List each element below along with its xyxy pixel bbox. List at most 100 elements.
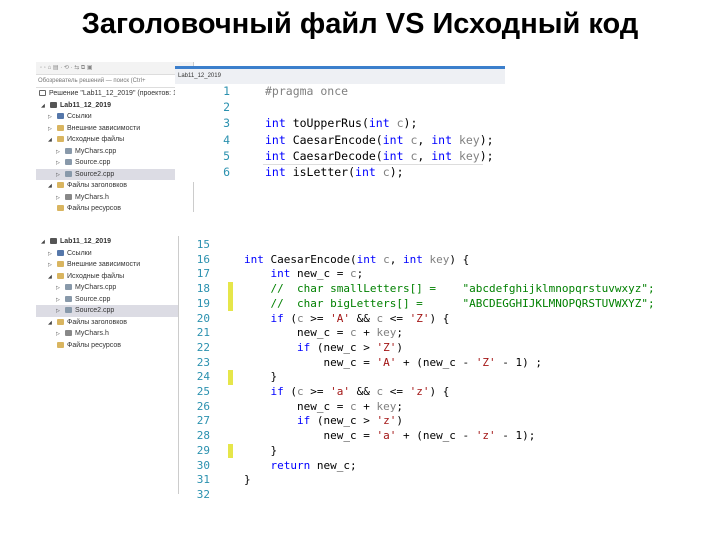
tree-item[interactable]: ▷ Source.cpp bbox=[36, 157, 193, 169]
code-token: c bbox=[382, 165, 390, 179]
code-token: 'z' bbox=[475, 429, 496, 443]
tree-item[interactable]: ◢ Исходные файлы bbox=[36, 271, 178, 283]
code-token: new_c = bbox=[244, 429, 377, 443]
tree-item[interactable]: ▷ Внешние зависимости bbox=[36, 123, 193, 135]
code-token: >= bbox=[303, 311, 331, 325]
tree-item[interactable]: ◢ Файлы заголовков bbox=[36, 317, 178, 329]
code-line[interactable]: if (new_c > 'Z') bbox=[244, 341, 403, 354]
code-token: int bbox=[265, 165, 286, 179]
tree-item[interactable]: ▷ MyChars.cpp bbox=[36, 282, 178, 294]
line-number: 2 bbox=[223, 100, 230, 115]
code-token: 'a' bbox=[330, 385, 350, 398]
header-file-editor[interactable]: 1 #pragma once 2 3 int toUpperRus(int c); 4 in… bbox=[175, 84, 505, 182]
code-line[interactable]: if (new_c > 'z') bbox=[244, 414, 403, 427]
tree-item[interactable]: Файлы ресурсов bbox=[36, 203, 193, 215]
change-marker bbox=[228, 370, 233, 385]
code-line[interactable]: if (c >= 'A' && c <= 'Z') { bbox=[244, 311, 450, 325]
line-number: 15 bbox=[196, 238, 210, 251]
tree-item-icon bbox=[50, 238, 57, 245]
tree-item[interactable]: ▷ MyChars.h bbox=[36, 328, 178, 340]
tree-item-icon bbox=[57, 249, 64, 256]
code-line[interactable]: new_c = 'a' + (new_c - 'z' - 1); bbox=[244, 429, 535, 442]
code-token: if bbox=[270, 385, 284, 398]
code-token: return bbox=[270, 458, 311, 472]
tree-item[interactable]: ▷ Ссылки bbox=[36, 248, 178, 260]
change-marker bbox=[228, 282, 233, 312]
tree-item-label: Source2.cpp bbox=[75, 307, 115, 314]
code-token: CaesarDecode( bbox=[285, 148, 383, 163]
tree-item[interactable]: ▷ Ссылки bbox=[36, 111, 193, 123]
tree-item-label: MyChars.h bbox=[75, 193, 109, 201]
line-number: 21 bbox=[196, 326, 210, 340]
line-number: 29 bbox=[196, 443, 210, 457]
tree-item-icon bbox=[65, 147, 72, 154]
code-token: && bbox=[350, 385, 377, 398]
code-line[interactable]: new_c = c + key; bbox=[244, 400, 403, 413]
explorer-toolbar[interactable]: ◦ ◦ ⌂ ▤ · ⟲ · ⇆ ⧉ ▣ bbox=[36, 62, 193, 75]
tree-item-label: MyChars.h bbox=[75, 330, 109, 337]
tree-item[interactable]: ▷ Source2.cpp bbox=[36, 305, 178, 317]
project-dropdown[interactable]: Lab11_12_2019 bbox=[175, 73, 221, 79]
tree-item[interactable]: ▷ Source2.cpp bbox=[36, 168, 193, 180]
code-token: c bbox=[349, 267, 357, 281]
tree-item-label: Ссылки bbox=[67, 249, 92, 257]
solution-node[interactable]: Решение "Lab11_12_2019" (проектов: 1 bbox=[36, 88, 193, 100]
code-token: 'z' bbox=[409, 385, 430, 398]
code-line[interactable]: #pragma once bbox=[265, 84, 348, 98]
tree-item[interactable]: ◢ Файлы заголовков bbox=[36, 180, 193, 192]
tree-item[interactable]: ▷ MyChars.cpp bbox=[36, 146, 193, 158]
tree-item[interactable]: Файлы ресурсов bbox=[36, 340, 178, 352]
code-line[interactable]: } bbox=[244, 444, 277, 457]
code-token: c bbox=[297, 311, 304, 325]
code-token: ); bbox=[403, 116, 418, 131]
code-line[interactable]: } bbox=[244, 370, 277, 383]
tree-item-icon bbox=[65, 193, 72, 200]
code-token: c bbox=[349, 326, 357, 340]
code-token: key bbox=[429, 252, 450, 266]
code-line[interactable]: // char smallLetters[] = "abcdefghijklmn… bbox=[244, 282, 654, 295]
code-line[interactable]: int CaesarEncode(int c, int key); bbox=[265, 133, 494, 147]
tree-item[interactable]: ▷ Внешние зависимости bbox=[36, 259, 178, 271]
tree-item-icon bbox=[50, 101, 57, 108]
code-token: 'Z' bbox=[475, 355, 496, 369]
code-line[interactable]: int isLetter(int c); bbox=[265, 165, 404, 179]
code-line[interactable]: if (c >= 'a' && c <= 'z') { bbox=[244, 385, 450, 398]
tree-item-label: Source2.cpp bbox=[75, 170, 115, 178]
line-number: 28 bbox=[196, 429, 210, 443]
code-line[interactable]: int CaesarEncode(int c, int key) { bbox=[244, 253, 469, 266]
code-token: <= bbox=[383, 311, 410, 325]
code-token: 'A' bbox=[376, 355, 397, 369]
code-line[interactable]: int toUpperRus(int c); bbox=[265, 116, 417, 130]
tree-item[interactable]: ◢ Lab11_12_2019 bbox=[36, 100, 193, 112]
tree-item[interactable]: ◢ Исходные файлы bbox=[36, 134, 193, 146]
code-token: 'z' bbox=[376, 414, 397, 428]
code-token: new_c = bbox=[244, 326, 350, 340]
code-token: #pragma once bbox=[265, 84, 349, 98]
tree-item-icon bbox=[57, 136, 64, 143]
code-token: 'A' bbox=[330, 311, 350, 325]
code-line[interactable]: } bbox=[244, 473, 251, 486]
code-token: CaesarEncode( bbox=[285, 132, 383, 147]
explorer-search-input[interactable]: Обозреватель решений — поиск (Ctrl+ bbox=[36, 75, 193, 88]
tree-item[interactable]: ◢ Lab11_12_2019 bbox=[36, 236, 178, 248]
code-line[interactable]: int CaesarDecode(int c, int key); bbox=[265, 149, 494, 163]
code-line[interactable]: return new_c; bbox=[244, 459, 357, 472]
tree-item-icon bbox=[65, 159, 72, 166]
tree-item-label: Файлы заголовков bbox=[67, 318, 127, 326]
code-line[interactable]: new_c = 'A' + (new_c - 'Z' - 1) ; bbox=[244, 356, 542, 369]
code-line[interactable]: new_c = c + key; bbox=[244, 326, 403, 339]
code-token: key bbox=[376, 326, 397, 340]
code-token: , bbox=[389, 252, 403, 266]
source-file-editor[interactable]: 15 16 int CaesarEncode(int c, int key) {17… bbox=[180, 236, 655, 501]
tree-item[interactable]: ▷ MyChars.h bbox=[36, 192, 193, 204]
tree-item[interactable]: ▷ Source.cpp bbox=[36, 294, 178, 306]
code-token: ) { bbox=[449, 252, 470, 266]
tree-item-label: Файлы ресурсов bbox=[67, 205, 121, 212]
code-line[interactable]: // char bigLetters[] = "ABCDEGGHIJKLMNOP… bbox=[244, 297, 654, 310]
code-line[interactable]: int new_c = c; bbox=[244, 267, 364, 281]
code-token: c bbox=[383, 252, 390, 266]
